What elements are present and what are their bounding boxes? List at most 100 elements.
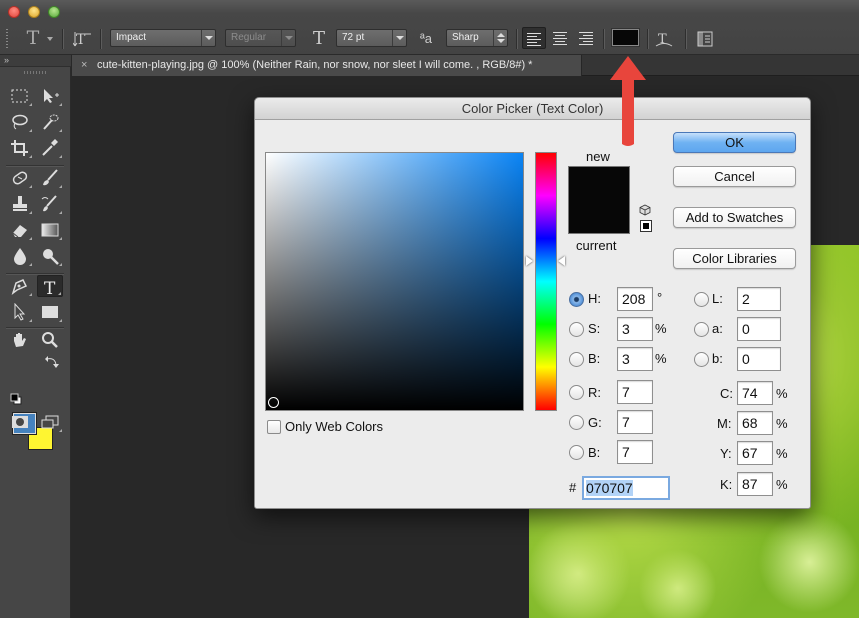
quick-mask-button[interactable] <box>7 411 33 433</box>
font-family-value: Impact <box>116 32 147 43</box>
magenta-field[interactable]: 68 <box>737 411 773 435</box>
current-color-preview[interactable] <box>569 200 629 233</box>
chevron-down-icon[interactable] <box>47 37 53 41</box>
swap-colors-icon[interactable] <box>42 353 59 368</box>
annotation-arrow-icon <box>610 56 646 146</box>
hex-field[interactable]: 070707 <box>582 476 670 500</box>
screen-mode-button[interactable] <box>37 411 63 433</box>
cancel-button[interactable]: Cancel <box>673 166 796 187</box>
close-window-button[interactable] <box>8 6 20 18</box>
saturation-radio[interactable] <box>569 322 584 337</box>
color-selection-marker[interactable] <box>268 397 279 408</box>
move-tool[interactable] <box>37 85 63 107</box>
rectangle-tool[interactable] <box>37 301 63 323</box>
antialias-value: Sharp <box>452 32 479 43</box>
hue-label: H: <box>588 291 601 306</box>
yellow-field[interactable]: 67 <box>737 441 773 465</box>
degree-unit: ° <box>657 290 663 305</box>
blue-label: B: <box>588 445 601 460</box>
brush-tool[interactable] <box>37 167 63 189</box>
default-colors-icon[interactable] <box>7 391 22 405</box>
eyedropper-tool[interactable] <box>37 137 63 159</box>
quick-selection-tool[interactable] <box>37 111 63 133</box>
minimize-window-button[interactable] <box>28 6 40 18</box>
lab-b-radio[interactable] <box>694 352 709 367</box>
saturation-field[interactable]: 3 <box>617 317 653 341</box>
green-field[interactable]: 7 <box>617 410 653 434</box>
divider <box>647 29 648 49</box>
web-safe-color-icon[interactable] <box>640 220 652 232</box>
marquee-tool[interactable] <box>7 85 33 107</box>
red-radio[interactable] <box>569 385 584 400</box>
document-tab-bar: × cute-kitten-playing.jpg @ 100% (Neithe… <box>72 55 859 76</box>
saturation-brightness-field[interactable] <box>265 152 524 411</box>
align-left-button[interactable] <box>522 27 546 49</box>
percent-unit: % <box>776 416 788 431</box>
options-bar-grip[interactable] <box>6 29 8 49</box>
blur-tool[interactable] <box>7 245 33 267</box>
black-field[interactable]: 87 <box>737 472 773 496</box>
lab-a-field[interactable]: 0 <box>737 317 781 341</box>
align-right-button[interactable] <box>574 27 598 49</box>
only-web-colors-label[interactable]: Only Web Colors <box>285 419 383 434</box>
character-panel-icon[interactable] <box>695 29 715 49</box>
lab-b-field[interactable]: 0 <box>737 347 781 371</box>
history-brush-tool[interactable] <box>37 193 63 215</box>
lasso-tool[interactable] <box>7 111 33 133</box>
dodge-tool[interactable] <box>37 245 63 267</box>
tool-preset-picker[interactable]: T <box>22 27 44 49</box>
lab-l-radio[interactable] <box>694 292 709 307</box>
dialog-title[interactable]: Color Picker (Text Color) <box>255 98 810 120</box>
pen-tool[interactable] <box>7 275 33 297</box>
path-selection-tool[interactable] <box>7 301 33 323</box>
lab-a-radio[interactable] <box>694 322 709 337</box>
hue-radio[interactable] <box>569 292 584 307</box>
hex-label: # <box>569 480 577 495</box>
collapse-icon[interactable]: » <box>4 55 9 65</box>
red-field[interactable]: 7 <box>617 380 653 404</box>
color-picker-dialog: Color Picker (Text Color) new current OK… <box>254 97 811 509</box>
hue-field[interactable]: 208 <box>617 287 653 311</box>
lab-l-field[interactable]: 2 <box>737 287 781 311</box>
hue-slider-left-handle[interactable] <box>526 256 533 266</box>
color-libraries-button[interactable]: Color Libraries <box>673 248 796 269</box>
only-web-colors-checkbox[interactable] <box>267 420 281 434</box>
warped-text-icon[interactable]: T <box>654 29 674 49</box>
brightness-radio[interactable] <box>569 352 584 367</box>
add-to-swatches-button[interactable]: Add to Swatches <box>673 207 796 228</box>
text-orientation-icon[interactable]: T <box>72 29 93 49</box>
zoom-window-button[interactable] <box>48 6 60 18</box>
blue-radio[interactable] <box>569 445 584 460</box>
blue-field[interactable]: 7 <box>617 440 653 464</box>
type-tool[interactable]: T <box>37 275 63 297</box>
percent-unit: % <box>776 446 788 461</box>
font-size-select[interactable]: 72 pt <box>336 29 407 47</box>
close-tab-icon[interactable]: × <box>81 55 87 76</box>
eraser-tool[interactable] <box>7 219 33 241</box>
crop-tool[interactable] <box>7 137 33 159</box>
align-center-button[interactable] <box>548 27 572 49</box>
font-family-select[interactable]: Impact <box>110 29 216 47</box>
brightness-field[interactable]: 3 <box>617 347 653 371</box>
percent-unit: % <box>776 386 788 401</box>
out-of-gamut-cube-icon[interactable] <box>639 204 651 216</box>
text-color-swatch[interactable] <box>612 29 639 46</box>
red-label: R: <box>588 385 601 400</box>
document-tab[interactable]: × cute-kitten-playing.jpg @ 100% (Neithe… <box>72 55 582 76</box>
healing-brush-tool[interactable] <box>7 167 33 189</box>
gradient-tool[interactable] <box>37 219 63 241</box>
hue-slider[interactable] <box>535 152 557 411</box>
zoom-tool[interactable] <box>37 329 63 351</box>
new-color-preview <box>569 167 629 200</box>
ok-button[interactable]: OK <box>673 132 796 153</box>
font-style-select[interactable]: Regular <box>225 29 296 47</box>
cyan-field[interactable]: 74 <box>737 381 773 405</box>
saturation-label: S: <box>588 321 601 336</box>
green-radio[interactable] <box>569 415 584 430</box>
antialias-select[interactable]: Sharp <box>446 29 508 47</box>
hand-tool[interactable] <box>7 329 33 351</box>
hue-slider-right-handle[interactable] <box>558 256 565 266</box>
tools-panel-grip[interactable] <box>24 71 46 74</box>
clone-stamp-tool[interactable] <box>7 193 33 215</box>
black-label: K: <box>720 477 733 492</box>
